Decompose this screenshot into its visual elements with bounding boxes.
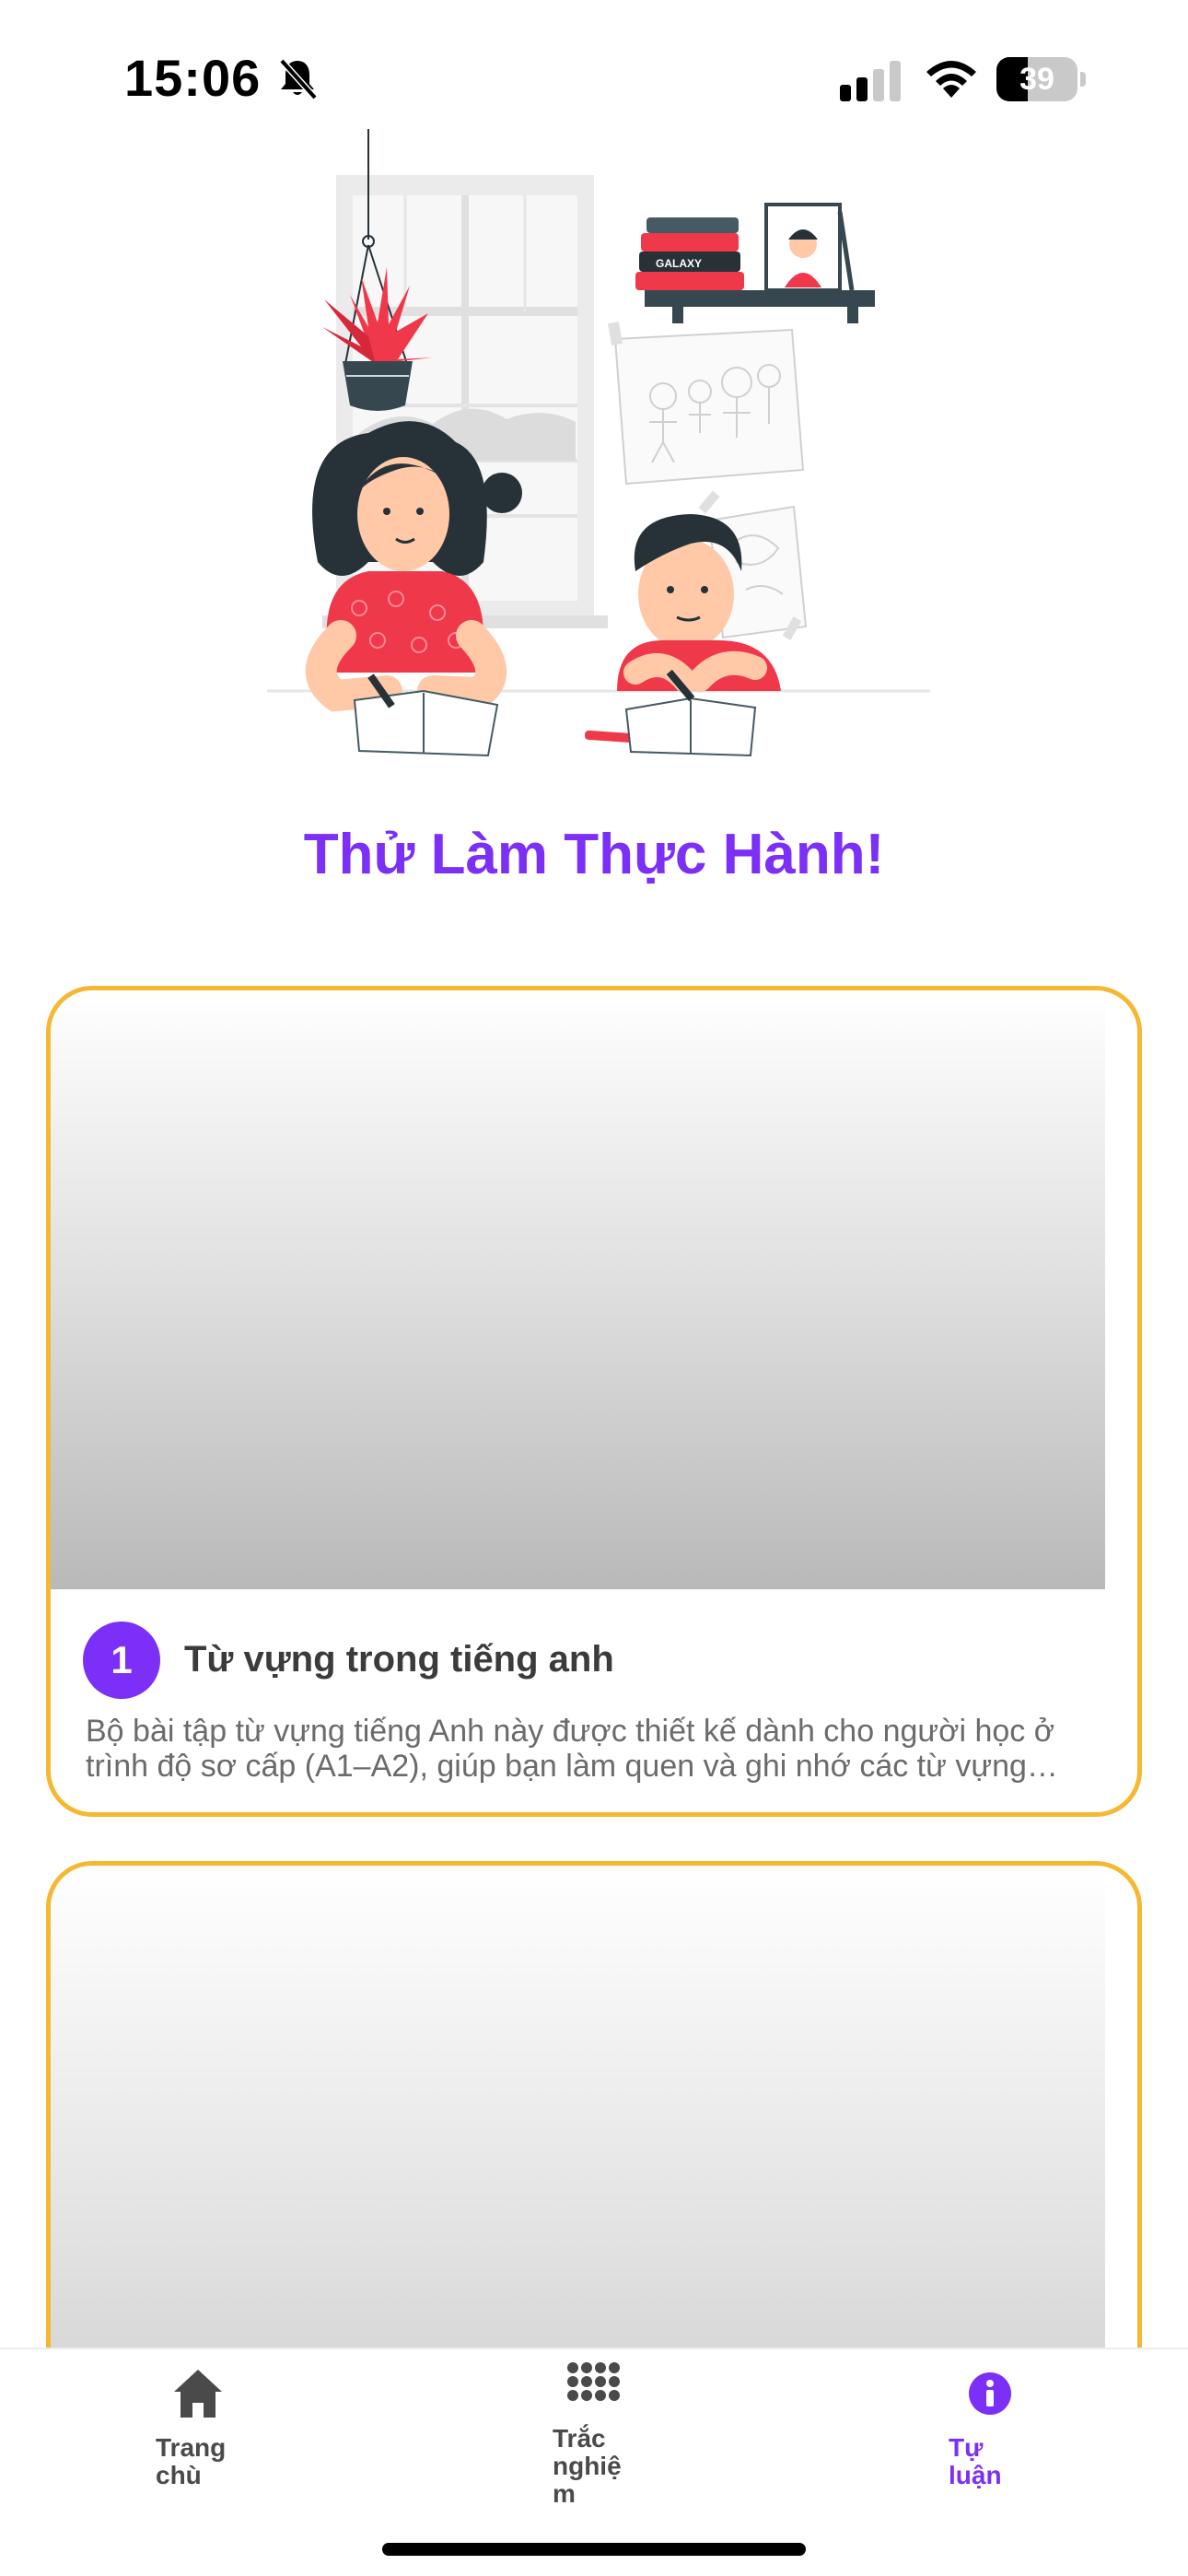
tab-multiple-choice[interactable]: Trắc nghiệ m [543, 2349, 728, 2534]
card-description: Bộ bài tập từ vựng tiếng Anh này được th… [86, 1714, 1055, 1784]
wifi-icon [926, 61, 976, 98]
tab-home[interactable]: Trang chù [143, 2349, 327, 2534]
status-time: 15:06 [124, 49, 262, 107]
cellular-signal-icon [840, 61, 901, 101]
card-title: Từ vựng trong tiếng anh [184, 1639, 614, 1680]
page-title: Thử Làm Thực Hành! [303, 823, 885, 886]
grid-dots-icon [567, 2362, 620, 2401]
bottom-navigation-bar: Trang chù Trắc nghiệ m Tự luận [0, 2348, 1188, 2576]
info-icon [969, 2372, 1011, 2415]
tab-home-label: Trang chù [156, 2433, 227, 2489]
tab-essay-label: Tự luận [949, 2433, 1002, 2489]
exercise-card-vocabulary[interactable]: 1 Từ vựng trong tiếng anh Bộ bài tập từ … [46, 986, 1142, 1817]
bell-slash-icon [279, 58, 318, 100]
home-indicator[interactable] [382, 2543, 806, 2556]
card-image-placeholder [51, 990, 1105, 1589]
battery-icon: 39 [996, 57, 1086, 101]
tab-multiple-choice-label: Trắc nghiệ m [553, 2424, 622, 2508]
tab-essay[interactable]: Tự luận [935, 2349, 1119, 2534]
card-number-badge: 1 [83, 1622, 160, 1699]
kids-studying-illustration: GALAXY [267, 129, 930, 757]
battery-level: 39 [1019, 62, 1054, 97]
book-spine-text: GALAXY [656, 257, 702, 270]
home-icon [174, 2370, 222, 2418]
